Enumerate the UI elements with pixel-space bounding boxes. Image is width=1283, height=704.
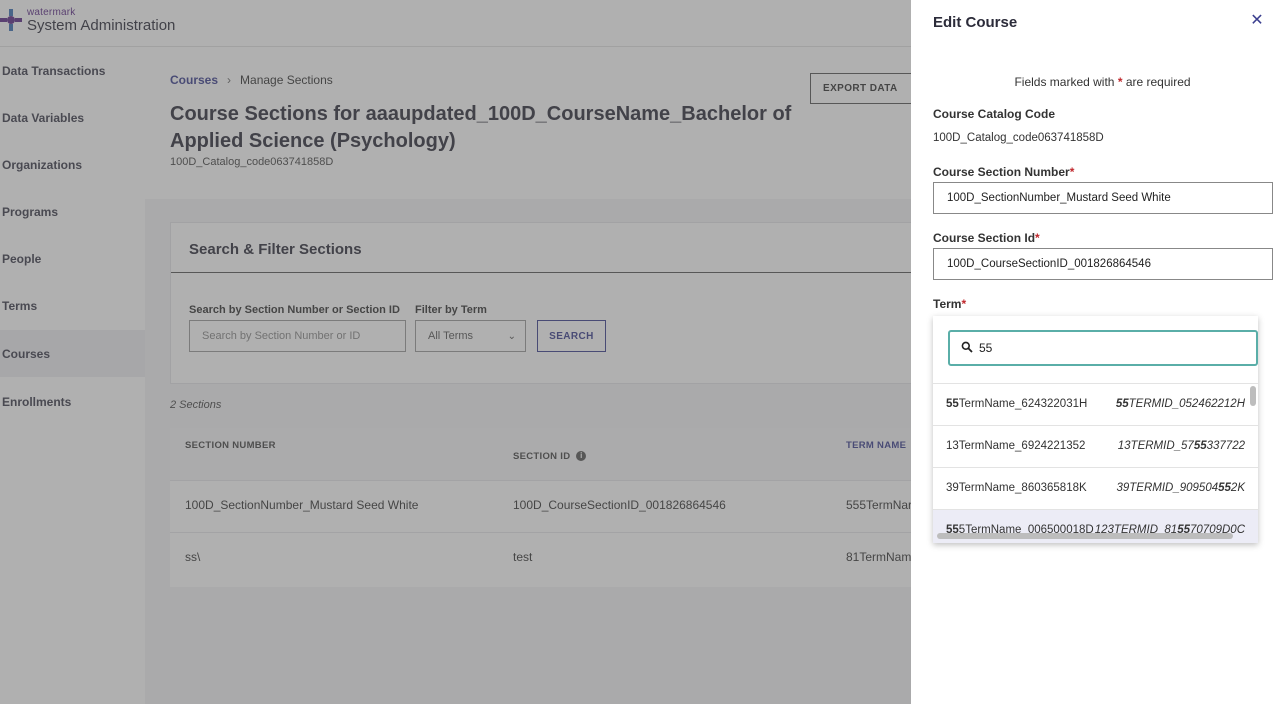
term-search-input[interactable] [979, 332, 1249, 364]
drawer-title: Edit Course [933, 14, 1018, 31]
term-option-id: 39TERMID_909504552K [1116, 482, 1245, 494]
term-id-text: 13TERMID_57 [1117, 440, 1194, 452]
term-option-name: 39TermName_860365818K [946, 482, 1087, 494]
term-search-box[interactable] [948, 330, 1258, 366]
term-id-text: 39TERMID_909504 [1116, 482, 1219, 494]
term-id-text: 337722 [1206, 440, 1245, 452]
term-option-id: 55TERMID_052462212H [1116, 398, 1245, 410]
term-option[interactable]: 55TermName_624322031H 55TERMID_052462212… [933, 384, 1258, 426]
term-name-text: 39TermName_860365818K [946, 482, 1087, 494]
term-label: Term* [933, 297, 966, 311]
section-id-field[interactable] [933, 248, 1273, 280]
term-option-list: 55TermName_624322031H 55TERMID_052462212… [933, 383, 1258, 543]
section-number-field[interactable] [933, 182, 1273, 214]
edit-course-drawer: Edit Course ✕ Fields marked with * are r… [911, 0, 1283, 704]
term-option-name: 55TermName_624322031H [946, 398, 1087, 410]
term-option[interactable]: 39TermName_860365818K 39TERMID_909504552… [933, 468, 1258, 510]
required-note-text: Fields marked with [1014, 75, 1118, 89]
term-option-id: 13TERMID_5755337722 [1118, 440, 1245, 452]
close-icon[interactable]: ✕ [1250, 13, 1264, 29]
catalog-code-label: Course Catalog Code [933, 107, 1056, 121]
vertical-scrollbar[interactable] [1250, 386, 1256, 406]
required-star: * [961, 297, 967, 311]
term-option[interactable]: 13TermName_6924221352 13TERMID_575533772… [933, 426, 1258, 468]
term-id-match: 55 [1115, 398, 1129, 410]
modal-backdrop[interactable] [0, 0, 911, 704]
term-name-match: 55 [946, 398, 959, 410]
horizontal-scrollbar[interactable] [937, 533, 1233, 539]
required-star: * [1069, 165, 1075, 179]
section-id-label-text: Course Section Id [933, 231, 1036, 245]
term-id-match: 55 [1193, 440, 1207, 452]
section-number-label-text: Course Section Number [933, 165, 1070, 179]
required-star: * [1035, 231, 1040, 245]
term-dropdown: 55TermName_624322031H 55TERMID_052462212… [933, 316, 1258, 543]
section-number-label: Course Section Number* [933, 165, 1074, 179]
required-fields-note: Fields marked with * are required [911, 75, 1283, 89]
term-option-name: 13TermName_6924221352 [946, 440, 1085, 452]
term-label-text: Term [933, 297, 962, 311]
term-name-text: 13TermName_6924221352 [946, 440, 1086, 452]
section-id-label: Course Section Id* [933, 231, 1040, 245]
term-name-text: TermName_624322031H [958, 398, 1088, 410]
catalog-code-value: 100D_Catalog_code063741858D [933, 132, 1104, 144]
term-id-text: 2K [1230, 482, 1245, 494]
term-id-match: 55 [1218, 482, 1231, 494]
required-note-text-end: are required [1122, 75, 1191, 89]
term-id-text: TERMID_052462212H [1128, 398, 1245, 410]
search-icon [961, 341, 973, 353]
